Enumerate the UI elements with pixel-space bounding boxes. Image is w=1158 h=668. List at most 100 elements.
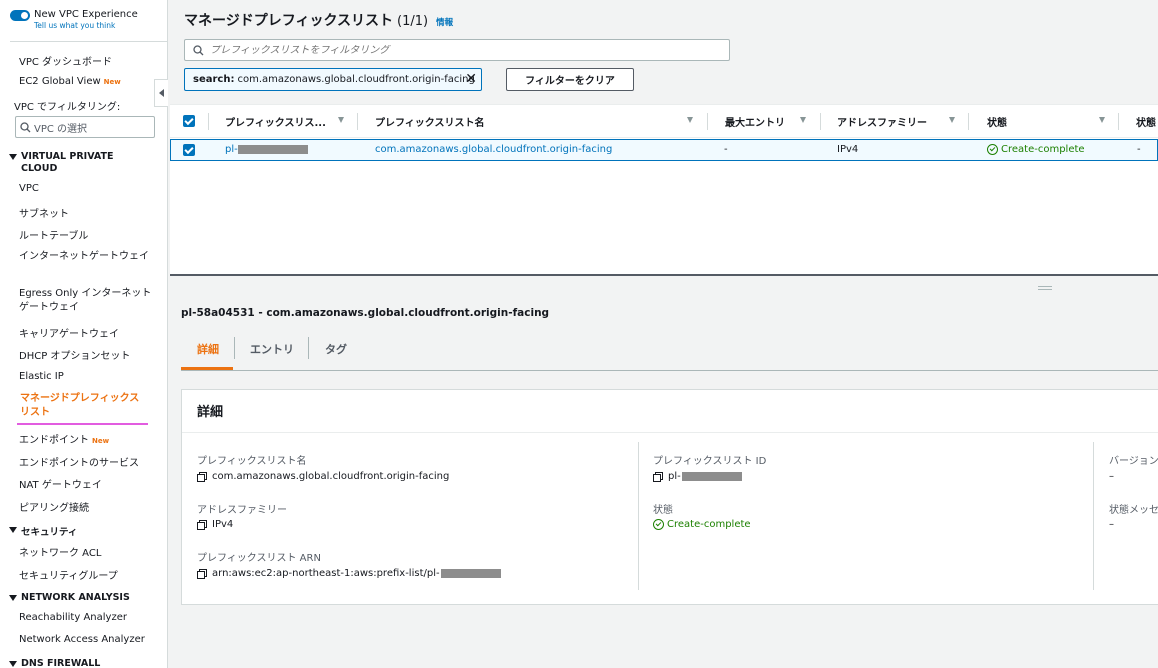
copy-icon[interactable] [197,519,207,530]
divider [10,41,167,42]
panel-header: 詳細 [182,390,1158,433]
row-prefix-list-name[interactable]: com.amazonaws.global.cloudfront.origin-f… [375,144,612,155]
field-value-state-message: – [1109,519,1114,530]
filter-search-box[interactable] [184,39,730,61]
sidebar-item-ec2-global-view[interactable]: EC2 Global View New [19,76,121,87]
sidebar-item-route-table[interactable]: ルートテーブル [19,227,88,242]
tab-details[interactable]: 詳細 [197,341,219,357]
sidebar-item-peering[interactable]: ピアリング接続 [19,499,89,514]
row-state: Create-complete [987,144,1085,158]
row-checkbox[interactable] [183,144,195,156]
section-dns-firewall[interactable]: DNS FIREWALL [9,658,100,668]
column-divider [638,442,639,590]
field-label-name: プレフィックスリスト名 [197,456,307,467]
field-value-name: com.amazonaws.global.cloudfront.origin-f… [197,471,449,482]
sidebar-item-vpc[interactable]: VPC [19,183,39,194]
section-virtual-private-cloud[interactable]: VIRTUAL PRIVATE CLOUD [9,151,131,175]
info-link[interactable]: 情報 [436,16,453,28]
caret-down-icon [9,595,17,601]
section-security[interactable]: セキュリティ [9,524,77,538]
field-value-arn: arn:aws:ec2:ap-northeast-1:aws:prefix-li… [197,568,501,579]
col-header-state-message[interactable]: 状態 [1136,114,1156,129]
row-prefix-list-id[interactable]: pl- [225,144,308,155]
sidebar-item-label: エンドポイント [19,435,89,446]
active-tab-indicator [181,367,233,370]
col-header-id[interactable]: プレフィックスリス... [225,114,326,129]
table-header: プレフィックスリス... プレフィックスリスト名 最大エントリ アドレスファミリ… [170,105,1158,138]
caret-down-icon [9,661,17,667]
col-header-state[interactable]: 状態 [987,114,1007,129]
sidebar-item-subnet[interactable]: サブネット [19,205,69,220]
toggle-title: New VPC Experience [34,9,138,20]
vpc-select[interactable]: VPC の選択 [15,116,155,138]
column-divider [1093,442,1094,590]
page-title: マネージドプレフィックスリスト (1/1) 情報 [184,13,454,29]
split-panel-divider[interactable] [170,274,1158,276]
new-vpc-experience[interactable]: New VPC Experience Tell us what you thin… [10,9,138,30]
copy-icon[interactable] [197,568,207,579]
sidebar-item-endpoint-services[interactable]: エンドポイントのサービス [19,454,139,469]
column-divider [357,113,358,130]
copy-icon[interactable] [197,471,207,482]
sort-icon[interactable] [949,117,955,123]
field-value-family: IPv4 [197,519,233,530]
detail-title: pl-58a04531 - com.amazonaws.global.cloud… [181,307,550,319]
sidebar-item-carrier-gateway[interactable]: キャリアゲートウェイ [19,325,119,340]
filter-input[interactable] [210,44,690,56]
sort-icon[interactable] [338,117,344,123]
check-circle-icon [653,519,664,530]
redacted-id [440,569,501,578]
prefix-list-table: プレフィックスリス... プレフィックスリスト名 最大エントリ アドレスファミリ… [170,104,1158,274]
col-header-name[interactable]: プレフィックスリスト名 [375,114,485,129]
new-badge: New [103,78,121,86]
sidebar-item-nat-gateway[interactable]: NAT ゲートウェイ [19,476,102,491]
vpc-filter-label: VPC でフィルタリング: [14,102,121,113]
sidebar: New VPC Experience Tell us what you thin… [0,0,168,668]
field-label-family: アドレスファミリー [197,505,287,516]
sidebar-item-elastic-ip[interactable]: Elastic IP [19,371,64,382]
sort-icon[interactable] [1099,117,1105,123]
toggle-switch-icon[interactable] [10,10,30,21]
sidebar-item-reachability-analyzer[interactable]: Reachability Analyzer [19,612,127,623]
field-value-state: Create-complete [653,519,751,530]
col-header-address-family[interactable]: アドレスファミリー [837,114,927,129]
caret-down-icon [9,527,17,533]
sidebar-item-dashboard[interactable]: VPC ダッシュボード [19,53,112,68]
tab-tags[interactable]: タグ [325,341,347,357]
copy-icon[interactable] [653,471,663,482]
table-row[interactable]: pl- com.amazonaws.global.cloudfront.orig… [170,139,1158,161]
sidebar-item-internet-gateway[interactable]: インターネットゲートウェイ [19,250,149,264]
field-label-arn: プレフィックスリスト ARN [197,553,321,564]
clear-filter-button[interactable]: フィルターをクリア [506,68,634,91]
new-badge: New [92,437,110,445]
column-divider [707,113,708,130]
caret-down-icon [9,154,17,160]
sidebar-item-network-access-analyzer[interactable]: Network Access Analyzer [19,634,145,645]
tab-divider [308,337,309,359]
sidebar-item-network-acl[interactable]: ネットワーク ACL [19,544,101,559]
drag-handle-icon[interactable] [1038,286,1052,290]
field-value-id: pl- [653,471,742,482]
token-key: search: [193,74,235,85]
redacted-id [237,144,308,154]
collapse-sidebar-button[interactable] [154,79,168,107]
feedback-link[interactable]: Tell us what you think [34,21,138,30]
sidebar-item-egress-only-gateway[interactable]: Egress Only インターネットゲートウェイ [19,287,154,315]
column-divider [968,113,969,130]
token-value: com.amazonaws.global.cloudfront.origin-f… [237,74,475,85]
redacted-id [681,472,742,481]
sort-icon[interactable] [800,117,806,123]
tab-entries[interactable]: エントリ [250,341,294,357]
sidebar-item-security-group[interactable]: セキュリティグループ [19,567,118,582]
sidebar-item-managed-prefix-list[interactable]: マネージドプレフィックスリスト [20,392,148,420]
check-circle-icon [987,144,998,155]
details-panel: 詳細 プレフィックスリスト名 com.amazonaws.global.clou… [181,389,1158,605]
section-network-analysis[interactable]: NETWORK ANALYSIS [9,592,130,603]
sidebar-item-dhcp-options[interactable]: DHCP オプションセット [19,347,130,362]
close-icon[interactable]: ✕ [465,72,477,86]
col-header-max-entries[interactable]: 最大エントリ [725,114,785,129]
row-address-family: IPv4 [837,144,859,155]
sidebar-item-endpoint[interactable]: エンドポイント New [19,431,109,446]
sort-icon[interactable] [687,117,693,123]
select-all-checkbox[interactable] [183,115,195,127]
